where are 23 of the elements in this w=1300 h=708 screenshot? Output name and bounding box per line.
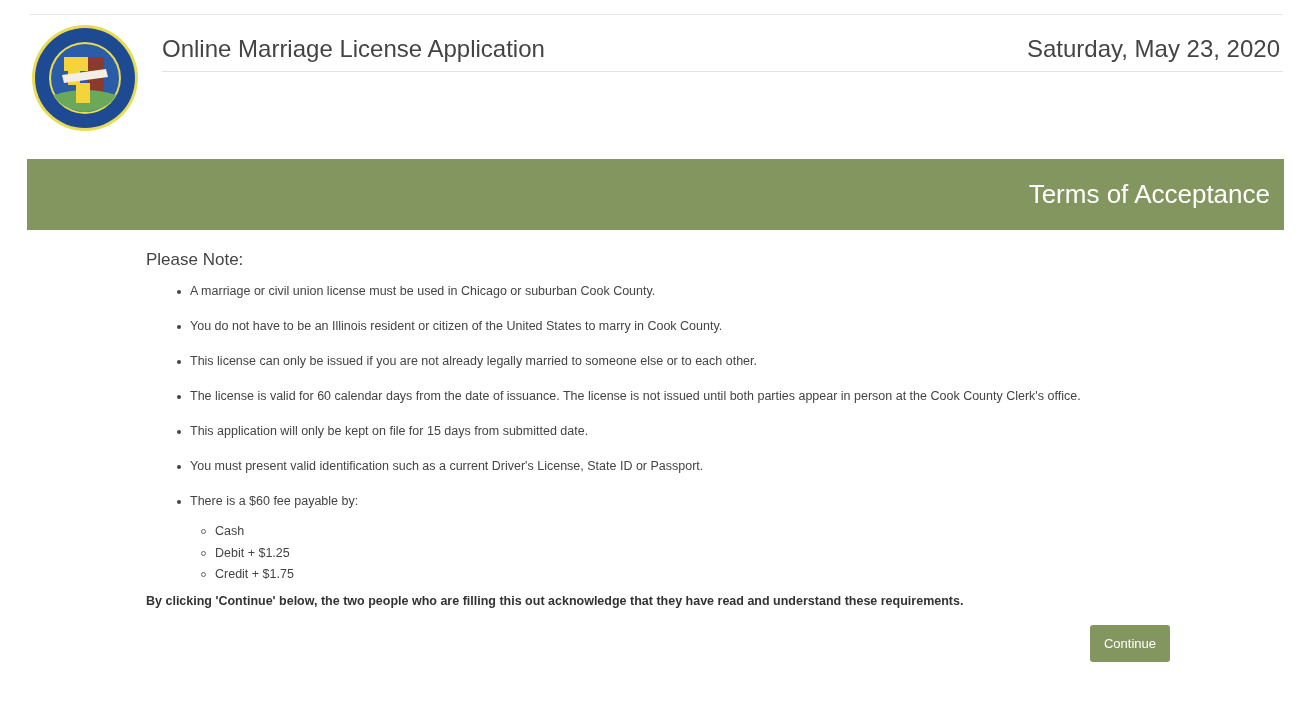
note-text: A marriage or civil union license must be used in Chicago or suburban Cook County.: [190, 283, 656, 300]
bullet-icon: [177, 360, 181, 364]
app-title: Online Marriage License Application: [162, 35, 545, 63]
note-text: The license is valid for 60 calendar days from the date of issuance. The license is not issued until both parties appear in person at the Cook County Clerk's office.: [190, 388, 1081, 405]
bullet-icon: [177, 395, 181, 399]
payment-option: Debit + $1.25: [215, 542, 290, 564]
bullet-icon: [177, 430, 181, 434]
note-text: There is a $60 fee payable by:: [190, 493, 359, 510]
note-text: You do not have to be an Illinois resident or citizen of the United States to marry in Cook County.: [190, 318, 723, 335]
section-title: Terms of Acceptance: [1028, 179, 1270, 210]
bullet-icon: [177, 325, 181, 329]
date-text: Saturday, May 23, 2020: [1026, 35, 1280, 63]
note-text: This application will only be kept on file for 15 days from submitted date.: [190, 423, 589, 440]
note-text: This license can only be issued if you are not already legally married to someone else or to each other.: [190, 353, 757, 370]
notes-heading: Please Note:: [146, 250, 245, 270]
payment-option: Cash: [215, 521, 245, 543]
bullet-icon: [177, 500, 181, 504]
payment-option: Credit + $1.75: [215, 564, 294, 586]
bullet-icon: [177, 465, 181, 469]
bullet-icon: [177, 290, 181, 294]
acknowledgement-text: By clicking 'Continue' below, the two people who are filling this out acknowledge that they have read and understand these requirements.: [146, 593, 965, 608]
continue-button[interactable]: Continue: [1089, 624, 1170, 662]
note-text: You must present valid identification such as a current Driver's License, State ID or Passport.: [190, 458, 704, 475]
